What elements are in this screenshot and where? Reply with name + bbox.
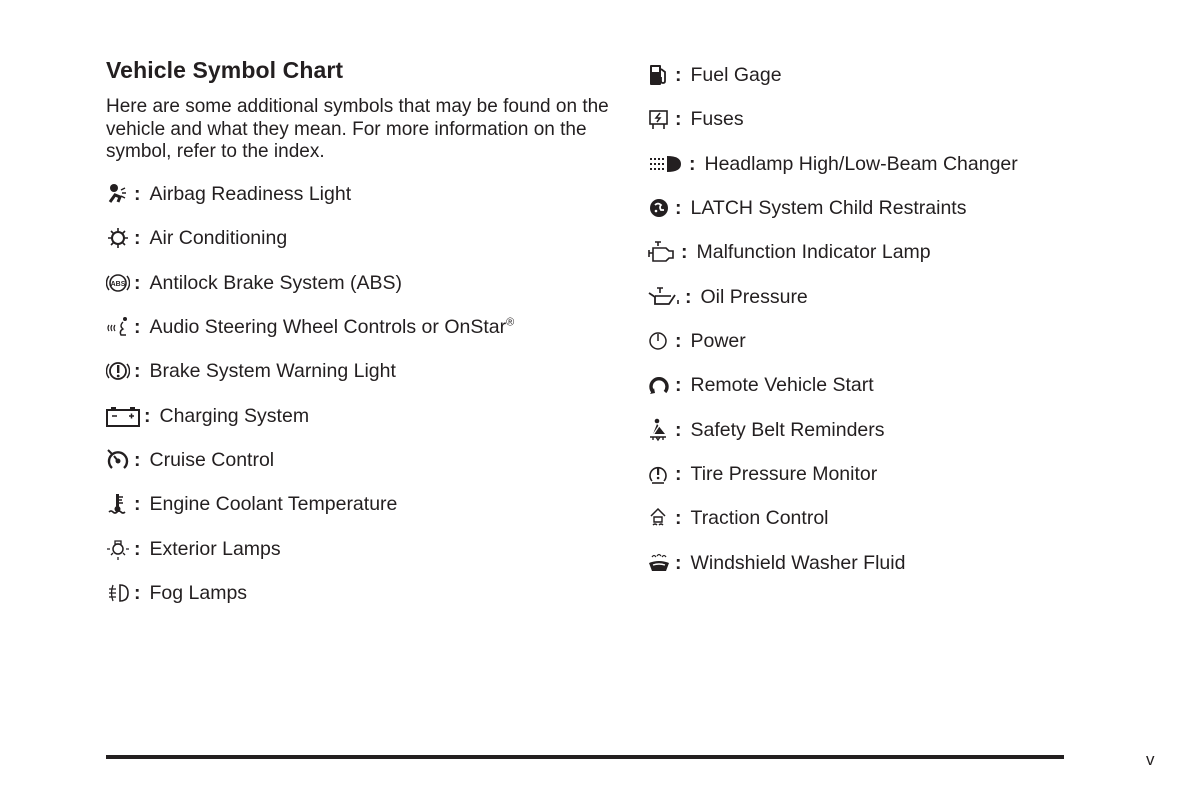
symbol-label: Air Conditioning <box>149 226 288 249</box>
symbol-label: Fuel Gage <box>690 63 782 86</box>
symbol-item: : Fuel Gage <box>647 61 782 89</box>
symbol-label: Remote Vehicle Start <box>690 373 874 396</box>
symbol-item: : Audio Steering Wheel Controls or OnSta… <box>106 313 514 341</box>
symbol-label: Headlamp High/Low-Beam Changer <box>704 152 1018 175</box>
symbol-label: Tire Pressure Monitor <box>690 462 878 485</box>
washer-fluid-icon <box>647 551 671 575</box>
separator: : <box>675 329 682 352</box>
separator: : <box>134 581 141 604</box>
separator: : <box>134 226 141 249</box>
symbol-label: Cruise Control <box>149 448 275 471</box>
symbol-label: Antilock Brake System (ABS) <box>149 271 403 294</box>
symbol-item: : Fuses <box>647 105 744 133</box>
separator: : <box>685 285 692 308</box>
symbol-item: : Exterior Lamps <box>106 535 281 563</box>
separator: : <box>675 63 682 86</box>
svg-text:ABS: ABS <box>111 281 126 288</box>
airbag-icon <box>106 182 130 206</box>
symbol-label: Audio Steering Wheel Controls or OnStar® <box>149 315 515 338</box>
symbol-item: : Charging System <box>106 402 309 430</box>
seat-belt-icon <box>647 418 671 442</box>
battery-icon <box>106 404 140 428</box>
page-title: Vehicle Symbol Chart <box>106 57 344 83</box>
symbol-item: : Airbag Readiness Light <box>106 180 351 208</box>
symbol-label: Power <box>690 329 746 352</box>
power-icon <box>647 329 671 353</box>
traction-control-icon <box>647 506 671 530</box>
separator: : <box>675 551 682 574</box>
symbol-item: : Windshield Washer Fluid <box>647 549 905 577</box>
abs-icon: ABS <box>106 271 130 295</box>
engine-icon <box>647 240 677 264</box>
symbol-label: Brake System Warning Light <box>149 359 396 382</box>
symbol-label: Airbag Readiness Light <box>149 182 352 205</box>
symbol-item: : Engine Coolant Temperature <box>106 490 397 518</box>
separator: : <box>144 404 151 427</box>
symbol-item: : Power <box>647 327 746 355</box>
symbol-item: ABS : Antilock Brake System (ABS) <box>106 269 402 297</box>
footer-rule <box>106 755 1064 759</box>
separator: : <box>134 315 141 338</box>
page-number: v <box>1146 750 1155 769</box>
symbol-item: : Fog Lamps <box>106 579 247 607</box>
separator: : <box>134 537 141 560</box>
separator: : <box>134 182 141 205</box>
separator: : <box>134 492 141 515</box>
headlamp-beam-icon <box>647 152 685 176</box>
exterior-lamps-icon <box>106 537 130 561</box>
child-seat-icon <box>647 196 671 220</box>
fog-lamps-icon <box>106 581 130 605</box>
symbol-label: Fuses <box>690 107 744 130</box>
separator: : <box>134 448 141 471</box>
coolant-temperature-icon <box>106 492 130 516</box>
fuses-icon <box>647 107 671 131</box>
tire-pressure-icon <box>647 462 671 486</box>
symbol-label: Exterior Lamps <box>149 537 281 560</box>
symbol-item: : Remote Vehicle Start <box>647 371 874 399</box>
separator: : <box>675 462 682 485</box>
fuel-pump-icon <box>647 63 671 87</box>
remote-start-icon <box>647 373 671 397</box>
symbol-label: Engine Coolant Temperature <box>149 492 398 515</box>
symbol-label: Safety Belt Reminders <box>690 418 885 441</box>
symbol-label: Charging System <box>159 404 310 427</box>
separator: : <box>675 196 682 219</box>
symbol-item: : Air Conditioning <box>106 224 287 252</box>
symbol-item: : Tire Pressure Monitor <box>647 460 877 488</box>
symbol-item: : LATCH System Child Restraints <box>647 194 966 222</box>
symbol-label: Traction Control <box>690 506 829 529</box>
symbol-item: : Traction Control <box>647 504 829 532</box>
air-conditioning-icon <box>106 226 130 250</box>
symbol-label: Fog Lamps <box>149 581 248 604</box>
separator: : <box>675 418 682 441</box>
symbol-item: : Oil Pressure <box>647 283 808 311</box>
symbol-item: : Headlamp High/Low-Beam Changer <box>647 150 1018 178</box>
symbol-item: : Cruise Control <box>106 446 274 474</box>
symbol-label: Oil Pressure <box>700 285 808 308</box>
symbol-label: LATCH System Child Restraints <box>690 196 967 219</box>
intro-paragraph: Here are some additional symbols that ma… <box>106 96 609 162</box>
symbol-item: : Malfunction Indicator Lamp <box>647 238 931 266</box>
separator: : <box>134 359 141 382</box>
symbol-item: : Safety Belt Reminders <box>647 416 885 444</box>
symbol-label: Malfunction Indicator Lamp <box>696 240 931 263</box>
cruise-control-icon <box>106 448 130 472</box>
symbol-item: : Brake System Warning Light <box>106 357 396 385</box>
brake-warning-icon <box>106 359 130 383</box>
separator: : <box>689 152 696 175</box>
separator: : <box>675 107 682 130</box>
separator: : <box>134 271 141 294</box>
symbol-label: Windshield Washer Fluid <box>690 551 906 574</box>
oil-can-icon <box>647 285 681 309</box>
separator: : <box>675 506 682 529</box>
audio-steering-icon <box>106 315 130 339</box>
separator: : <box>675 373 682 396</box>
separator: : <box>681 240 688 263</box>
